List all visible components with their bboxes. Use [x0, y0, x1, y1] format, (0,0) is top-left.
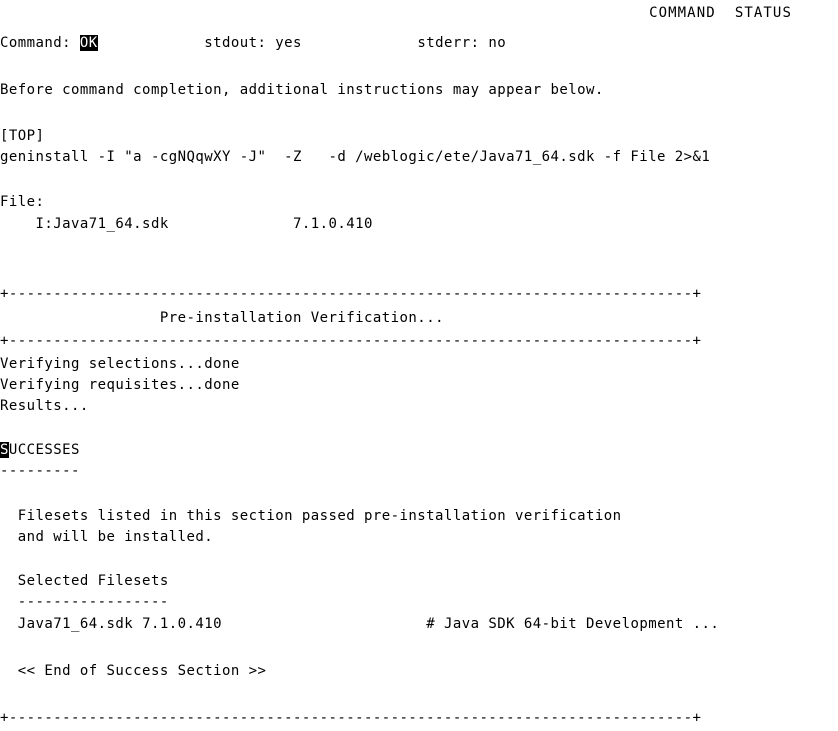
fileset-comment: # Java SDK 64-bit Development ...	[426, 616, 720, 632]
successes-heading: SUCCESSES	[0, 440, 838, 461]
command-line: geninstall -I "a -cgNQqwXY -J" -Z -d /we…	[0, 149, 711, 165]
verification-title-row: Pre-installation Verification...	[0, 307, 838, 331]
file-entry-name: I:Java71_64.sdk	[35, 215, 169, 232]
successes-body-line: and will be installed.	[0, 528, 214, 545]
smit-command-status-screen: COMMAND STATUS Command: OK stdout: yes s…	[0, 0, 838, 726]
cursor-cell[interactable]: S	[0, 442, 9, 458]
fileset-row: Java71_64.sdk 7.1.0.410 # Java SDK 64-bi…	[0, 613, 838, 637]
verification-title: Pre-installation Verification...	[159, 309, 444, 326]
selected-filesets-label: Selected Filesets	[0, 573, 169, 589]
stdout-label: stdout:	[204, 35, 267, 51]
stderr-value: no	[488, 35, 507, 51]
status-line: Command: OK stdout: yes stderr: no	[0, 32, 838, 56]
verify-line: Results...	[0, 397, 89, 414]
file-entry-version: 7.1.0.410	[293, 215, 373, 232]
verify-line: Verifying requisites...done	[0, 376, 240, 393]
successes-body-line: Filesets listed in this section passed p…	[0, 507, 622, 524]
successes-underline: ---------	[0, 463, 80, 479]
stdout-value: yes	[275, 35, 302, 51]
stderr-label: stderr:	[417, 35, 480, 51]
page-title: COMMAND STATUS	[649, 5, 792, 21]
box-rule-bottom: +---------------------------------------…	[0, 333, 702, 349]
instruction-text: Before command completion, additional in…	[0, 82, 604, 98]
fileset-name: Java71_64.sdk	[17, 616, 134, 632]
verify-line: Verifying selections...done	[0, 355, 240, 372]
successes-heading-text: UCCESSES	[8, 442, 80, 458]
command-label: Command:	[0, 35, 72, 51]
end-of-section-marker: << End of Success Section >>	[0, 663, 267, 679]
command-status-badge[interactable]: OK	[79, 35, 98, 51]
fileset-version: 7.1.0.410	[142, 616, 223, 632]
file-entry-row: I:Java71_64.sdk 7.1.0.410	[0, 213, 838, 237]
selected-filesets-underline: -----------------	[0, 594, 169, 610]
box-rule-footer: +---------------------------------------…	[0, 710, 702, 726]
box-rule-top: +---------------------------------------…	[0, 286, 702, 302]
top-marker: [TOP]	[0, 128, 45, 144]
file-section-label: File:	[0, 193, 45, 210]
